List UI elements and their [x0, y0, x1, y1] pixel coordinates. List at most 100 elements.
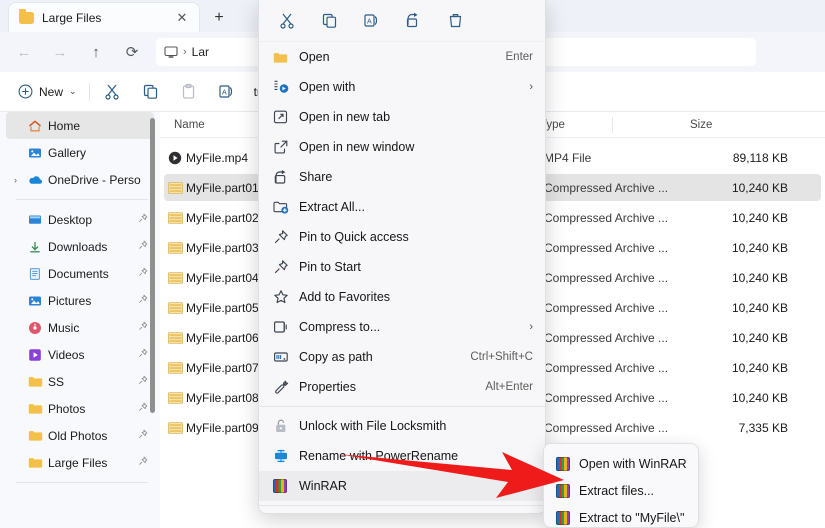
chevron-right-icon[interactable]: › [529, 480, 533, 492]
compress-icon [273, 319, 299, 335]
new-button[interactable]: New ⌄ [10, 80, 85, 103]
sidebar-item-old-photos[interactable]: Old Photos [6, 422, 154, 449]
chevron-right-icon[interactable]: › [14, 175, 17, 185]
file-type: Compressed Archive ... [544, 271, 696, 285]
folder-icon [28, 429, 43, 442]
rar-icon [168, 392, 183, 404]
powerrename-icon [273, 448, 289, 464]
sidebar-item-onedrive-perso[interactable]: ›OneDrive - Perso [6, 166, 154, 193]
sidebar-scrollbar[interactable] [150, 118, 155, 413]
menu-item-add-to-favorites[interactable]: Add to Favorites [259, 282, 545, 312]
breadcrumb-current[interactable]: Lar [192, 45, 209, 59]
menu-item-label: Open [299, 50, 506, 64]
pin-icon[interactable] [138, 348, 148, 361]
menu-item-unlock-with-file-locksmith[interactable]: Unlock with File Locksmith [259, 411, 545, 441]
context-menu[interactable]: A OpenEnterOpen with›Open in new tabOpen… [258, 0, 546, 514]
winrar-submenu[interactable]: Open with WinRARExtract files...Extract … [543, 443, 699, 528]
sidebar-item-desktop[interactable]: Desktop [6, 206, 154, 233]
menu-item-open[interactable]: OpenEnter [259, 42, 545, 72]
file-size: 10,240 KB [696, 331, 788, 345]
column-header-type[interactable]: Type [540, 119, 690, 131]
music-icon [28, 321, 48, 335]
tab-large-files[interactable]: Large Files ✕ [8, 2, 200, 32]
rar-icon [164, 272, 186, 284]
chevron-right-icon[interactable]: › [529, 81, 533, 93]
cut-icon[interactable] [267, 5, 307, 37]
menu-item-open-with[interactable]: Open with› [259, 72, 545, 102]
menu-item-share[interactable]: Share [259, 162, 545, 192]
pin-icon[interactable] [138, 321, 148, 334]
pin-icon[interactable] [138, 456, 148, 469]
sidebar-item-documents[interactable]: Documents [6, 260, 154, 287]
desktop-icon [28, 213, 42, 227]
sidebar-item-videos[interactable]: Videos [6, 341, 154, 368]
sidebar-item-label: Photos [48, 402, 85, 416]
menu-item-properties[interactable]: PropertiesAlt+Enter [259, 372, 545, 402]
copy-icon[interactable] [132, 77, 170, 107]
back-icon[interactable]: ← [6, 36, 42, 68]
menu-item-winrar[interactable]: WinRAR› [259, 471, 545, 501]
folder-icon [273, 51, 288, 64]
up-icon[interactable]: ↑ [78, 36, 114, 68]
submenu-item-extract-to-myfile[interactable]: Extract to "MyFile\" [544, 504, 698, 528]
sidebar-item-label: Old Photos [48, 429, 107, 443]
pin-icon[interactable] [138, 267, 148, 280]
forward-icon[interactable]: → [42, 36, 78, 68]
refresh-icon[interactable]: ⟳ [114, 36, 150, 68]
pin-icon[interactable] [138, 213, 148, 226]
share-icon [273, 169, 289, 185]
pin-icon[interactable] [138, 240, 148, 253]
submenu-item-extract-files[interactable]: Extract files... [544, 477, 698, 504]
cut-icon[interactable] [94, 77, 132, 107]
chevron-down-icon[interactable]: ⌄ [69, 86, 77, 97]
sidebar-item-music[interactable]: Music [6, 314, 154, 341]
column-header-size[interactable]: Size [690, 119, 790, 131]
copy-icon[interactable] [309, 5, 349, 37]
rename-icon[interactable]: A [208, 77, 246, 107]
sidebar-item-label: Home [48, 119, 80, 133]
close-icon[interactable]: ✕ [171, 7, 193, 29]
share-icon[interactable] [393, 5, 433, 37]
pin-icon[interactable] [138, 402, 148, 415]
sidebar-item-large-files[interactable]: Large Files [6, 449, 154, 476]
submenu-item-open-with-winrar[interactable]: Open with WinRAR [544, 450, 698, 477]
pin-icon[interactable] [138, 294, 148, 307]
pin-icon[interactable] [138, 429, 148, 442]
menu-item-copy-as-path[interactable]: Copy as pathCtrl+Shift+C [259, 342, 545, 372]
sidebar-item-ss[interactable]: SS [6, 368, 154, 395]
rar-icon [168, 422, 183, 434]
extract-icon [273, 199, 299, 215]
navigation-sidebar[interactable]: Home Gallery›OneDrive - Perso DesktopDownl… [0, 112, 160, 528]
menu-item-pin-to-start[interactable]: Pin to Start [259, 252, 545, 282]
menu-divider [259, 406, 545, 407]
sidebar-item-photos[interactable]: Photos [6, 395, 154, 422]
menu-item-extract-all[interactable]: Extract All... [259, 192, 545, 222]
sidebar-item-downloads[interactable]: Downloads [6, 233, 154, 260]
menu-item-open-in-new-window[interactable]: Open in new window [259, 132, 545, 162]
sidebar-divider [16, 199, 148, 200]
sidebar-item-pictures[interactable]: Pictures [6, 287, 154, 314]
menu-item-label: Pin to Quick access [299, 230, 533, 244]
share-icon [273, 169, 299, 185]
sidebar-item-gallery[interactable]: Gallery [6, 139, 154, 166]
menu-item-compress-to[interactable]: Compress to...› [259, 312, 545, 342]
rar-icon [168, 242, 183, 254]
menu-item-label: Properties [299, 380, 485, 394]
menu-item-show-more-options[interactable]: Show more options [259, 510, 545, 514]
file-size: 89,118 KB [696, 151, 788, 165]
rename-icon[interactable]: A [351, 5, 391, 37]
sidebar-item-label: Large Files [48, 456, 107, 470]
new-tab-button[interactable]: + [204, 4, 234, 32]
chevron-right-icon[interactable]: › [529, 321, 533, 333]
pictures-icon [28, 294, 48, 308]
sidebar-item-home[interactable]: Home [6, 112, 154, 139]
column-divider[interactable] [612, 117, 613, 133]
pin-icon[interactable] [138, 375, 148, 388]
rar-icon [164, 182, 186, 194]
paste-icon[interactable] [170, 77, 208, 107]
menu-item-open-in-new-tab[interactable]: Open in new tab [259, 102, 545, 132]
delete-icon[interactable] [435, 5, 475, 37]
this-pc-icon[interactable] [164, 46, 178, 59]
menu-item-pin-to-quick-access[interactable]: Pin to Quick access [259, 222, 545, 252]
menu-item-rename-with-powerrename[interactable]: Rename with PowerRename [259, 441, 545, 471]
